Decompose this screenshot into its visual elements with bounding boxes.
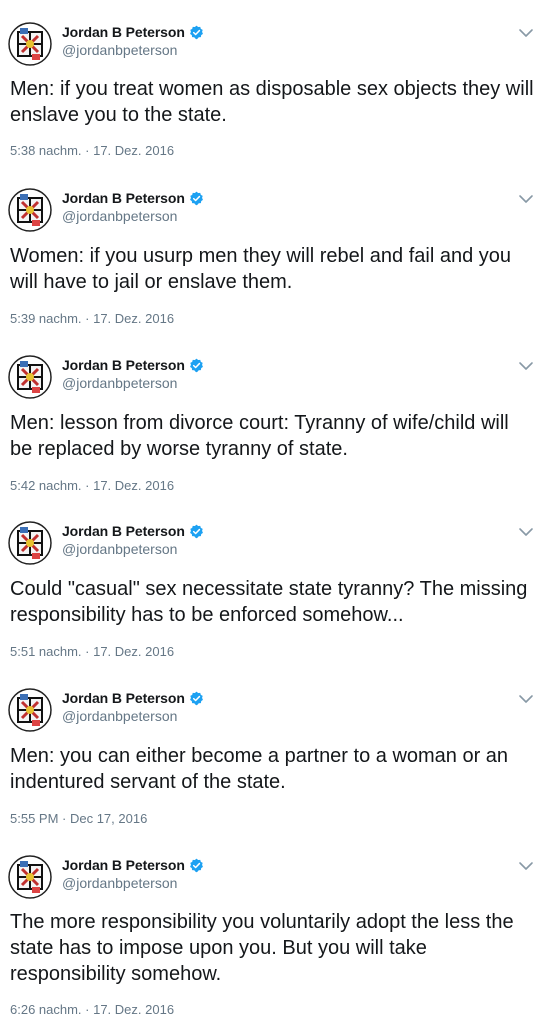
tweet-timestamp[interactable]: 6:26 nachm. · 17. Dez. 2016 (10, 1002, 174, 1017)
display-name[interactable]: Jordan B Peterson (62, 857, 185, 873)
verified-badge-icon (189, 691, 204, 706)
chevron-down-icon[interactable] (518, 359, 534, 371)
chevron-down-icon[interactable] (518, 525, 534, 537)
tweet[interactable]: Jordan B Peterson @jordanbpeterson Women… (0, 184, 544, 334)
avatar[interactable] (8, 188, 52, 232)
verified-badge-icon (189, 25, 204, 40)
handle[interactable]: @jordanbpeterson (62, 875, 177, 891)
verified-badge-icon (189, 858, 204, 873)
display-name[interactable]: Jordan B Peterson (62, 690, 185, 706)
tweet[interactable]: Jordan B Peterson @jordanbpeterson Men: … (0, 351, 544, 501)
author-row[interactable]: Jordan B Peterson (62, 22, 204, 42)
chevron-down-icon[interactable] (518, 859, 534, 871)
tweet[interactable]: Jordan B Peterson @jordanbpeterson Could… (0, 517, 544, 667)
tweet-timestamp[interactable]: 5:38 nachm. · 17. Dez. 2016 (10, 143, 174, 158)
handle[interactable]: @jordanbpeterson (62, 541, 177, 557)
chevron-down-icon[interactable] (518, 26, 534, 38)
tweet[interactable]: Jordan B Peterson @jordanbpeterson The m… (0, 851, 544, 1024)
avatar[interactable] (8, 855, 52, 899)
handle[interactable]: @jordanbpeterson (62, 42, 177, 58)
avatar[interactable] (8, 355, 52, 399)
avatar[interactable] (8, 22, 52, 66)
tweet-text: Could "casual" sex necessitate state tyr… (10, 578, 528, 626)
display-name[interactable]: Jordan B Peterson (62, 24, 185, 40)
handle[interactable]: @jordanbpeterson (62, 208, 177, 224)
chevron-down-icon[interactable] (518, 692, 534, 704)
tweet-timestamp[interactable]: 5:55 PM · Dec 17, 2016 (10, 811, 147, 826)
display-name[interactable]: Jordan B Peterson (62, 190, 185, 206)
tweet-text: Women: if you usurp men they will rebel … (10, 245, 512, 293)
tweet-text: Men: if you treat women as disposable se… (10, 78, 534, 126)
tweet[interactable]: Jordan B Peterson @jordanbpeterson Men: … (0, 18, 544, 168)
verified-badge-icon (189, 524, 204, 539)
tweet-timestamp[interactable]: 5:51 nachm. · 17. Dez. 2016 (10, 644, 174, 659)
verified-badge-icon (189, 358, 204, 373)
author-row[interactable]: Jordan B Peterson (62, 521, 204, 541)
tweet-text: Men: lesson from divorce court: Tyranny … (10, 412, 509, 460)
author-row[interactable]: Jordan B Peterson (62, 355, 204, 375)
verified-badge-icon (189, 191, 204, 206)
handle[interactable]: @jordanbpeterson (62, 375, 177, 391)
chevron-down-icon[interactable] (518, 192, 534, 204)
tweet-text: The more responsibility you voluntarily … (10, 911, 514, 985)
handle[interactable]: @jordanbpeterson (62, 708, 177, 724)
display-name[interactable]: Jordan B Peterson (62, 523, 185, 539)
avatar[interactable] (8, 521, 52, 565)
tweet[interactable]: Jordan B Peterson @jordanbpeterson Men: … (0, 684, 544, 834)
tweet-timestamp[interactable]: 5:39 nachm. · 17. Dez. 2016 (10, 311, 174, 326)
avatar[interactable] (8, 688, 52, 732)
tweet-text: Men: you can either become a partner to … (10, 745, 509, 793)
display-name[interactable]: Jordan B Peterson (62, 357, 185, 373)
author-row[interactable]: Jordan B Peterson (62, 688, 204, 708)
author-row[interactable]: Jordan B Peterson (62, 188, 204, 208)
tweet-timestamp[interactable]: 5:42 nachm. · 17. Dez. 2016 (10, 478, 174, 493)
author-row[interactable]: Jordan B Peterson (62, 855, 204, 875)
